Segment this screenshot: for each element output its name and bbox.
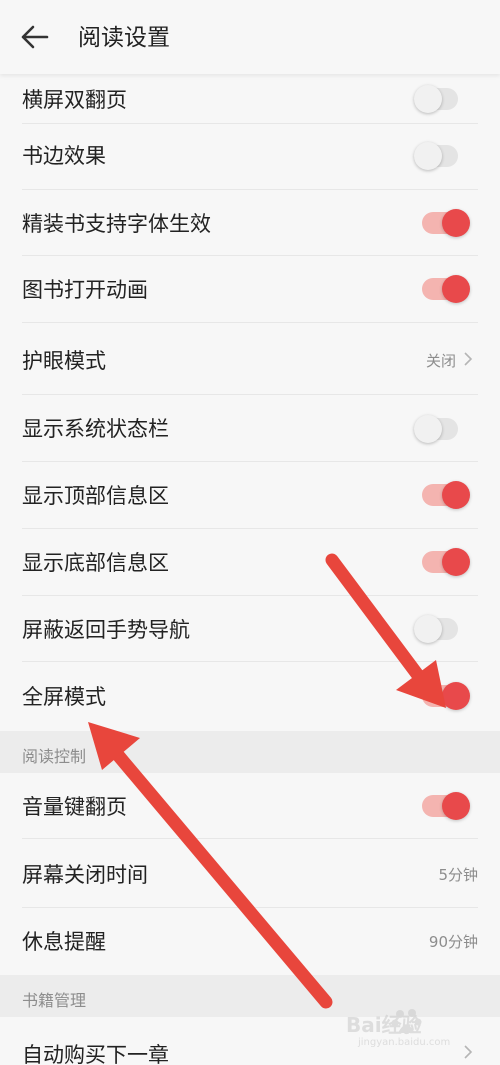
eye-protection-value: 关闭 — [425, 352, 456, 370]
top-info-toggle[interactable] — [414, 479, 470, 511]
screen-off-time-value: 5分钟 — [438, 866, 478, 884]
setting-row-fullscreen[interactable]: 全屏模式 — [0, 662, 500, 731]
watermark-subtext: jingyan.baidu.com — [358, 1037, 451, 1048]
setting-label: 护眼模式 — [22, 349, 106, 373]
bottom-info-toggle[interactable] — [414, 546, 470, 578]
reading-settings-screen: 阅读设置 横屏双翻页 书边效果 精装书支持字体生效 图书打开动画 护眼模式 关闭 — [0, 0, 500, 1065]
baidu-watermark: Bai经验 jingyan.baidu.com — [346, 1003, 486, 1051]
setting-row-top-info[interactable]: 显示顶部信息区 — [0, 462, 500, 529]
setting-label: 书边效果 — [22, 144, 106, 168]
settings-list: 横屏双翻页 书边效果 精装书支持字体生效 图书打开动画 护眼模式 关闭 显示系统… — [0, 74, 500, 1065]
chevron-right-icon — [464, 352, 473, 366]
setting-label: 音量键翻页 — [22, 795, 127, 819]
setting-label: 横屏双翻页 — [22, 88, 127, 112]
book-edge-effect-toggle[interactable] — [414, 140, 470, 172]
rest-reminder-value: 90分钟 — [428, 933, 478, 951]
hardcover-font-toggle[interactable] — [414, 207, 470, 239]
system-statusbar-toggle[interactable] — [414, 413, 470, 445]
setting-row-system-statusbar[interactable]: 显示系统状态栏 — [0, 395, 500, 462]
back-button[interactable] — [14, 17, 54, 57]
block-gesture-toggle[interactable] — [414, 613, 470, 645]
setting-label: 精装书支持字体生效 — [22, 212, 211, 236]
fullscreen-toggle[interactable] — [414, 680, 470, 712]
setting-row-hardcover-font[interactable]: 精装书支持字体生效 — [0, 190, 500, 256]
setting-label: 屏幕关闭时间 — [22, 863, 148, 887]
app-header: 阅读设置 — [0, 0, 500, 74]
volume-key-toggle[interactable] — [414, 790, 470, 822]
landscape-double-page-toggle[interactable] — [414, 83, 470, 115]
page-title: 阅读设置 — [78, 25, 170, 51]
setting-label: 显示顶部信息区 — [22, 484, 169, 508]
setting-row-eye-protection[interactable]: 护眼模式 关闭 — [0, 323, 500, 395]
setting-row-volume-key[interactable]: 音量键翻页 — [0, 773, 500, 839]
setting-label: 自动购买下一章 — [22, 1043, 169, 1065]
setting-label: 全屏模式 — [22, 685, 106, 709]
watermark-text: Bai经验 — [346, 1013, 422, 1037]
open-animation-toggle[interactable] — [414, 273, 470, 305]
setting-row-book-edge-effect[interactable]: 书边效果 — [0, 124, 500, 190]
section-header-reading-control: 阅读控制 — [0, 731, 500, 773]
setting-row-screen-off-time[interactable]: 屏幕关闭时间 5分钟 — [0, 839, 500, 908]
setting-row-rest-reminder[interactable]: 休息提醒 90分钟 — [0, 908, 500, 975]
setting-label: 显示底部信息区 — [22, 551, 169, 575]
setting-label: 图书打开动画 — [22, 278, 148, 302]
setting-label: 休息提醒 — [22, 930, 106, 954]
setting-label: 屏蔽返回手势导航 — [22, 618, 190, 642]
arrow-left-icon — [21, 25, 49, 49]
setting-row-open-animation[interactable]: 图书打开动画 — [0, 256, 500, 323]
setting-row-block-gesture[interactable]: 屏蔽返回手势导航 — [0, 596, 500, 662]
setting-row-landscape-double-page[interactable]: 横屏双翻页 — [0, 74, 500, 124]
setting-label: 显示系统状态栏 — [22, 417, 169, 441]
setting-row-bottom-info[interactable]: 显示底部信息区 — [0, 529, 500, 596]
